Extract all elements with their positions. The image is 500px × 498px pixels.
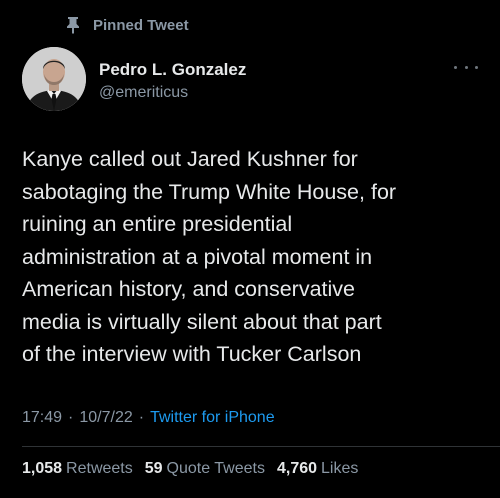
retweets-label: Retweets — [66, 460, 133, 477]
pinned-tweet-indicator: Pinned Tweet — [65, 16, 189, 34]
retweets-count: 1,058 — [22, 460, 63, 477]
avatar[interactable] — [22, 47, 86, 111]
likes-label: Likes — [321, 460, 359, 477]
tweet-text: Kanye called out Jared Kushner for sabot… — [22, 147, 397, 366]
author-handle[interactable]: @emeriticus — [99, 83, 246, 103]
meta-separator: · — [138, 409, 145, 426]
likes-count: 4,760 — [276, 460, 318, 477]
retweets-stat[interactable]: 1,058 Retweets — [22, 460, 133, 478]
quote-tweets-stat[interactable]: 59 Quote Tweets — [145, 460, 265, 478]
tweet-source-link[interactable]: Twitter for iPhone — [150, 409, 275, 427]
likes-stat[interactable]: 4,760 Likes — [277, 460, 358, 478]
meta-separator: · — [68, 409, 74, 426]
pinned-label: Pinned Tweet — [93, 16, 189, 34]
author-display-name[interactable]: Pedro L. Gonzalez — [99, 60, 246, 80]
quote-tweets-count: 59 — [144, 460, 163, 477]
quote-tweets-label: Quote Tweets — [166, 460, 265, 477]
divider — [22, 446, 500, 447]
tweet-stats: 1,058 Retweets 59 Quote Tweets 4,760 Likes — [22, 460, 370, 478]
tweet-meta: 17:49 · 10/7/22 · Twitter for iPhone — [22, 409, 275, 427]
tweet-time[interactable]: 17:49 — [22, 409, 62, 427]
tweet-date[interactable]: 10/7/22 — [79, 409, 132, 427]
pin-icon — [65, 16, 81, 34]
more-options-icon[interactable] — [454, 60, 478, 74]
